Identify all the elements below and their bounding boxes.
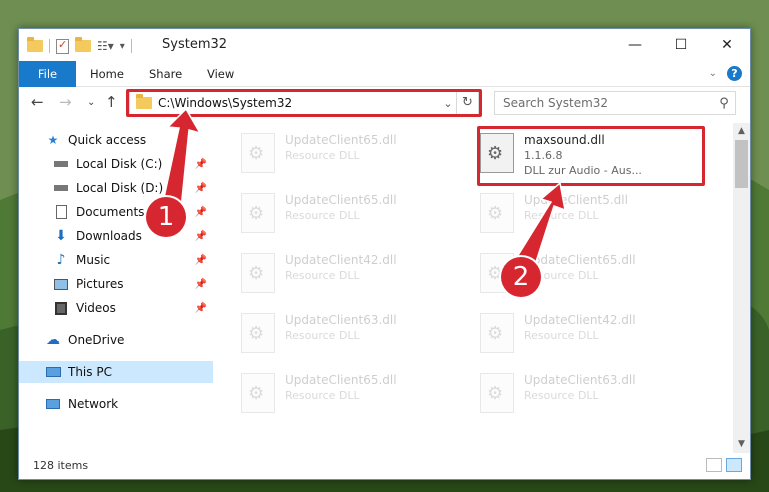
annotation-arrows [161,107,566,267]
callout-2: 2 [501,257,541,297]
arrow-2-icon [515,181,566,267]
arrow-1-icon [161,107,202,210]
callout-1: 1 [146,197,186,237]
file-explorer-window: ☷▾ ▾ System32 — ☐ ✕ File Home Share View… [18,28,751,480]
